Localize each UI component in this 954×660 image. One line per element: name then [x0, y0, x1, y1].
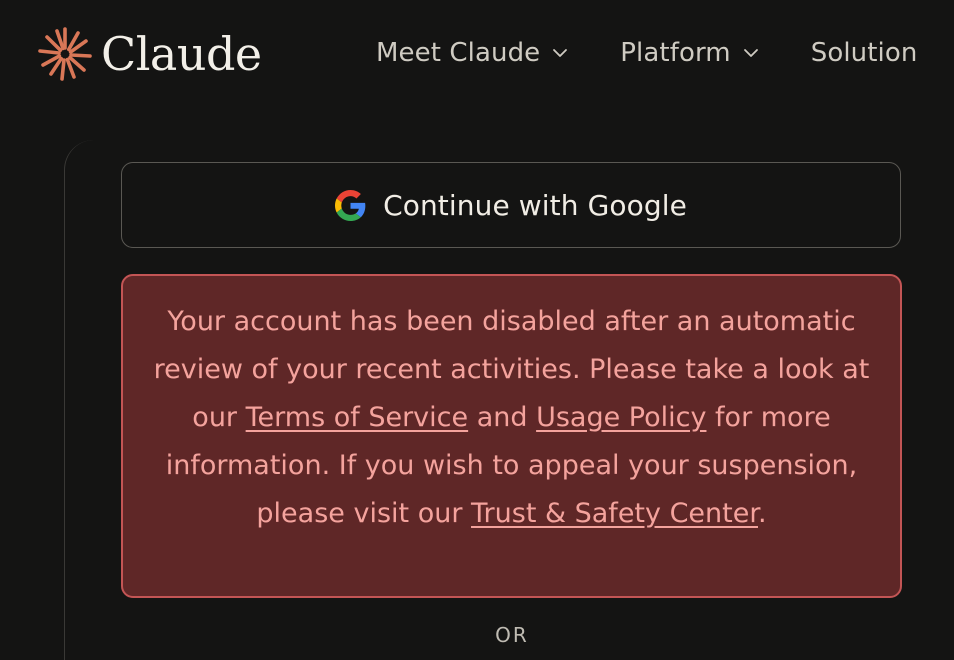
chevron-down-icon [743, 49, 758, 57]
google-button-label: Continue with Google [383, 188, 687, 222]
alert-text-and: and [468, 402, 537, 433]
top-navigation-bar: Claude Meet Claude Platform Solution [0, 0, 954, 112]
login-panel-border [64, 140, 95, 660]
nav-solutions-label: Solution [810, 38, 918, 68]
trust-safety-center-link[interactable]: Trust & Safety Center [471, 498, 758, 529]
main-nav: Meet Claude Platform Solution [376, 38, 917, 68]
alert-text-end: . [757, 498, 767, 529]
chevron-down-icon [553, 49, 568, 57]
nav-meet-claude[interactable]: Meet Claude [376, 38, 568, 68]
google-icon [335, 189, 366, 221]
continue-with-google-button[interactable]: Continue with Google [121, 162, 901, 248]
account-disabled-alert: Your account has been disabled after an … [121, 274, 902, 598]
terms-of-service-link[interactable]: Terms of Service [246, 402, 469, 433]
claude-logo[interactable]: Claude [38, 27, 262, 81]
usage-policy-link[interactable]: Usage Policy [536, 402, 706, 433]
or-separator: OR [495, 623, 529, 647]
nav-platform-label: Platform [620, 38, 731, 68]
nav-meet-claude-label: Meet Claude [376, 38, 541, 68]
claude-starburst-icon [38, 27, 92, 81]
nav-solutions[interactable]: Solution [811, 38, 918, 68]
nav-platform[interactable]: Platform [620, 38, 758, 68]
brand-name: Claude [101, 27, 262, 81]
